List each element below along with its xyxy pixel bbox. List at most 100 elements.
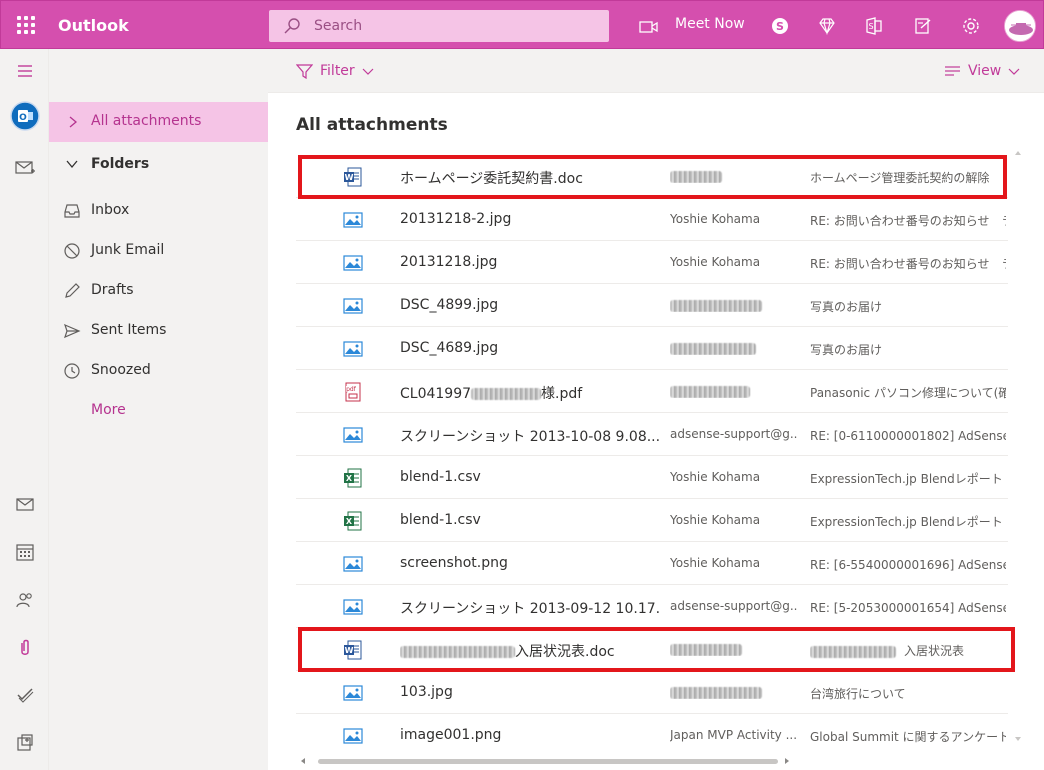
- mail-icon[interactable]: [14, 494, 36, 516]
- attachment-row[interactable]: image001.png Japan MVP Activity ... Global…: [296, 714, 1008, 751]
- video-icon[interactable]: [639, 17, 659, 37]
- attachment-row[interactable]: 103.jpg 台湾旅行について: [296, 671, 1008, 714]
- attachment-name[interactable]: screenshot.png: [400, 555, 660, 571]
- folder-sent-items[interactable]: Sent Items: [49, 311, 268, 351]
- search-box[interactable]: Search: [269, 10, 609, 42]
- attachment-subject: 写真のお届け: [810, 300, 883, 314]
- attachment-name-prefix: CL041997: [400, 386, 472, 402]
- attachments-pane: All attachments W ホームページ委託契約書.doc ホームページ管理…: [268, 93, 1044, 770]
- attachment-row[interactable]: screenshot.png Yoshie Kohama RE: [6-554000…: [296, 542, 1008, 585]
- attachment-subject: ExpressionTech.jp Blendレポート ペー: [810, 515, 1006, 529]
- view-button[interactable]: View: [944, 63, 1020, 79]
- attachment-sender: [670, 685, 798, 699]
- attachment-subject: Panasonic パソコン修理について(確認: [810, 386, 1006, 400]
- redacted-text: [670, 686, 762, 699]
- redacted-text: [471, 388, 542, 400]
- diamond-icon[interactable]: [817, 16, 837, 36]
- folder-all-attachments[interactable]: All attachments: [49, 102, 268, 142]
- attachment-name[interactable]: blend-1.csv: [400, 512, 660, 528]
- todo-icon[interactable]: [14, 684, 36, 706]
- attachment-sender: Yoshie Kohama: [670, 212, 761, 226]
- attachment-name[interactable]: スクリーンショット 2013-10-08 9.08....: [400, 426, 660, 446]
- attachment-subject: RE: [6-5540000001696] AdSense サオ: [810, 558, 1006, 572]
- folders-header[interactable]: Folders: [49, 145, 268, 185]
- attachment-row[interactable]: 20131218.jpg Yoshie Kohama RE: お問い合わせ番号のお知…: [296, 241, 1008, 284]
- junk-icon: [64, 243, 80, 259]
- attachment-row[interactable]: Xblend-1.csv Yoshie Kohama ExpressionTech.…: [296, 499, 1008, 542]
- attachment-sender: Yoshie Kohama: [670, 513, 761, 527]
- view-icon: [945, 66, 960, 76]
- chevron-down-icon[interactable]: [65, 158, 79, 170]
- vertical-scrollbar[interactable]: [1013, 148, 1023, 748]
- attachment-row[interactable]: Xblend-1.csv Yoshie Kohama ExpressionTech.…: [296, 456, 1008, 499]
- clock-icon: [64, 363, 80, 379]
- new-mail-icon[interactable]: [14, 157, 36, 179]
- meet-now-button[interactable]: Meet Now: [675, 16, 745, 32]
- pdf-file-icon: pdf: [343, 382, 363, 402]
- attachment-name[interactable]: 20131218-2.jpg: [400, 211, 660, 227]
- excel-file-icon: X: [343, 511, 363, 531]
- attachment-name[interactable]: blend-1.csv: [400, 469, 660, 485]
- attachment-name[interactable]: 20131218.jpg: [400, 254, 660, 270]
- office-icon[interactable]: S: [864, 16, 884, 36]
- attachment-row[interactable]: DSC_4689.jpg 写真のお届け: [296, 327, 1008, 370]
- view-label: View: [968, 63, 1002, 79]
- filter-button[interactable]: Filter: [296, 63, 374, 79]
- scroll-up-icon[interactable]: [1013, 148, 1023, 158]
- attachment-row[interactable]: スクリーンショット 2013-09-12 10.17.... adsense-su…: [296, 585, 1008, 628]
- folder-junk-email[interactable]: Junk Email: [49, 231, 268, 271]
- chevron-down-icon: [1008, 68, 1020, 75]
- folder-inbox[interactable]: Inbox: [49, 191, 268, 231]
- image-file-icon: [343, 597, 363, 617]
- attachment-name[interactable]: DSC_4899.jpg: [400, 297, 660, 313]
- attachment-sender: Yoshie Kohama: [670, 556, 761, 570]
- svg-text:pdf: pdf: [346, 386, 357, 393]
- excel-file-icon: X: [343, 468, 363, 488]
- top-bar: Outlook Search Meet Now S S: [0, 0, 1044, 49]
- page-title: All attachments: [296, 115, 448, 135]
- folder-snoozed[interactable]: Snoozed: [49, 351, 268, 391]
- horizontal-scroll-thumb[interactable]: [318, 759, 778, 764]
- scroll-left-icon[interactable]: [298, 756, 308, 766]
- attachment-name[interactable]: 103.jpg: [400, 684, 660, 700]
- pencil-icon: [65, 283, 80, 298]
- redacted-text: [670, 385, 750, 398]
- attachment-row[interactable]: DSC_4899.jpg 写真のお届け: [296, 284, 1008, 327]
- calendar-icon[interactable]: [14, 541, 36, 563]
- image-file-icon: [343, 339, 363, 359]
- feedback-icon[interactable]: [913, 16, 933, 36]
- image-file-icon: [343, 210, 363, 230]
- horizontal-scrollbar[interactable]: [298, 756, 1013, 766]
- settings-icon[interactable]: [961, 16, 981, 36]
- people-icon[interactable]: [14, 589, 36, 611]
- more-apps-icon[interactable]: [14, 732, 36, 754]
- command-bar: Filter View: [268, 49, 1044, 93]
- folder-drafts-label: Drafts: [91, 282, 134, 298]
- outlook-app-icon[interactable]: O: [10, 101, 40, 131]
- chevron-down-icon: [362, 68, 374, 75]
- avatar[interactable]: [1004, 10, 1036, 42]
- redacted-text: [670, 299, 762, 312]
- waffle-icon[interactable]: [17, 16, 35, 34]
- attachment-row[interactable]: スクリーンショット 2013-10-08 9.08.... adsense-sup…: [296, 413, 1008, 456]
- app-title[interactable]: Outlook: [58, 16, 129, 35]
- attachment-icon[interactable]: [14, 637, 36, 659]
- scroll-right-icon[interactable]: [782, 756, 792, 766]
- attachment-row[interactable]: 20131218-2.jpg Yoshie Kohama RE: お問い合わせ番号の…: [296, 198, 1008, 241]
- filter-label: Filter: [320, 63, 355, 79]
- attachment-name-suffix: 様.pdf: [541, 386, 583, 402]
- skype-icon[interactable]: S: [770, 16, 790, 36]
- folder-more[interactable]: More: [49, 391, 268, 431]
- folder-drafts[interactable]: Drafts: [49, 271, 268, 311]
- attachment-name[interactable]: CL041997 様.pdf: [400, 383, 660, 403]
- attachment-row[interactable]: pdf CL041997 様.pdf Panasonic パソコン修理について(確認: [296, 370, 1008, 413]
- attachment-subject: 台湾旅行について: [810, 687, 906, 701]
- scroll-down-icon[interactable]: [1013, 734, 1023, 744]
- attachment-name[interactable]: スクリーンショット 2013-09-12 10.17....: [400, 598, 660, 618]
- folder-junk-email-label: Junk Email: [91, 242, 165, 258]
- hamburger-icon[interactable]: [17, 64, 33, 78]
- attachment-name[interactable]: image001.png: [400, 727, 660, 743]
- attachment-name[interactable]: DSC_4689.jpg: [400, 340, 660, 356]
- image-file-icon: [343, 726, 363, 746]
- chevron-right-icon[interactable]: [67, 115, 79, 129]
